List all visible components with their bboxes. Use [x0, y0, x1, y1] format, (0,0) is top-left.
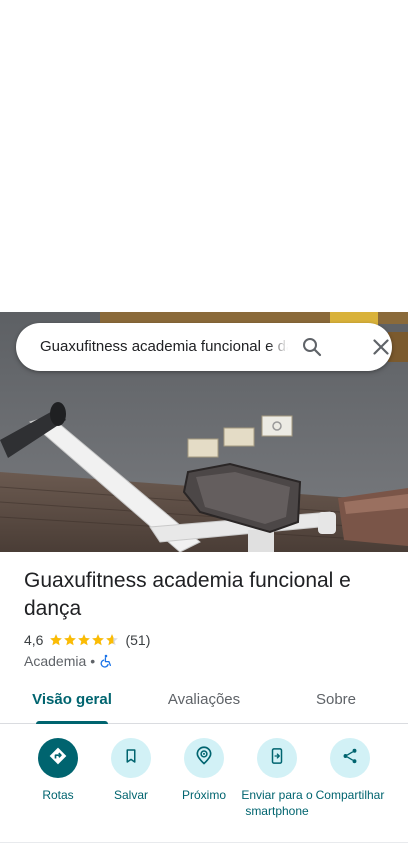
tab-overview-label: Visão geral	[32, 691, 112, 708]
nearby-icon	[194, 745, 214, 771]
tab-reviews-label: Avaliações	[167, 691, 241, 708]
place-category[interactable]: Academia	[24, 653, 86, 669]
save-button-circle[interactable]	[111, 738, 151, 778]
star-icon	[50, 634, 63, 646]
star-rating	[49, 633, 119, 647]
wheelchair-icon[interactable]	[99, 654, 113, 668]
share-label: Compartilhar	[315, 788, 385, 802]
send-to-phone-button[interactable]: Enviar para o smartphone	[237, 738, 317, 819]
search-bar[interactable]: Guaxufitness academia funcional e dança	[16, 323, 392, 371]
tab-about-label: Sobre	[315, 691, 357, 708]
nearby-button[interactable]: Próximo	[164, 738, 244, 803]
send-to-phone-icon	[268, 747, 286, 770]
star-icon	[106, 634, 119, 646]
review-count[interactable]: (51)	[125, 632, 150, 648]
search-icon[interactable]	[300, 335, 324, 359]
bookmark-icon	[122, 747, 140, 770]
directions-button-circle[interactable]	[38, 738, 78, 778]
divider	[0, 842, 408, 843]
directions-label: Rotas	[42, 788, 74, 802]
directions-button[interactable]: Rotas	[18, 738, 98, 803]
tab-bar: Visão geral Avaliações Sobre	[0, 680, 408, 724]
share-button-circle[interactable]	[330, 738, 370, 778]
save-label: Salvar	[113, 788, 148, 802]
tab-reviews[interactable]: Avaliações	[154, 680, 254, 724]
active-tab-indicator	[36, 721, 108, 724]
share-icon	[341, 747, 359, 770]
star-icon	[78, 634, 91, 646]
star-icon	[64, 634, 77, 646]
separator-dot: •	[90, 653, 96, 669]
send-to-phone-label: Enviar para o smartphone	[241, 788, 313, 818]
action-buttons: Rotas Salvar Próximo Enviar para o smart…	[0, 736, 408, 836]
category-row: Academia •	[24, 652, 113, 670]
nearby-label: Próximo	[181, 788, 226, 802]
search-input[interactable]: Guaxufitness academia funcional e dança	[40, 323, 288, 371]
tab-overview[interactable]: Visão geral	[24, 680, 120, 724]
close-icon[interactable]	[369, 335, 393, 359]
place-title: Guaxufitness academia funcional e dança	[24, 569, 351, 620]
nearby-button-circle[interactable]	[184, 738, 224, 778]
directions-icon	[48, 746, 68, 771]
tab-about[interactable]: Sobre	[300, 680, 372, 724]
star-icon	[92, 634, 105, 646]
send-to-phone-button-circle[interactable]	[257, 738, 297, 778]
rating-row[interactable]: 4,6 (51)	[24, 631, 150, 649]
map-blank-area	[0, 0, 408, 312]
rating-value: 4,6	[24, 632, 44, 648]
share-button[interactable]: Compartilhar	[310, 738, 390, 803]
save-button[interactable]: Salvar	[91, 738, 171, 803]
